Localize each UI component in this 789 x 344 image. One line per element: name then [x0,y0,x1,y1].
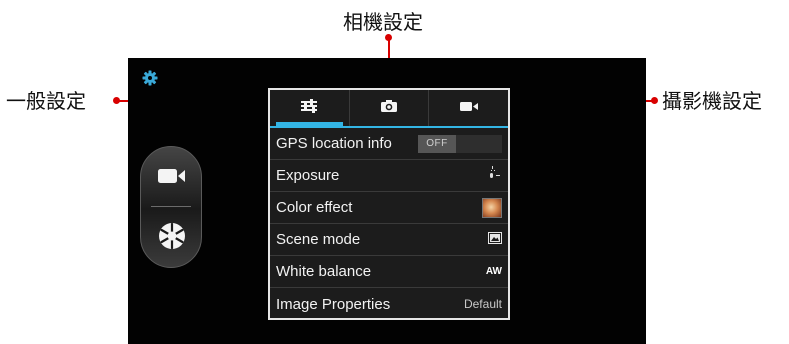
video-camera-icon [459,99,479,117]
setting-row-exposure[interactable]: Exposure [270,160,508,192]
white-balance-auto-icon: AW [485,266,502,277]
callout-dot-video [651,97,658,104]
callout-camera-settings: 相機設定 [343,12,423,34]
setting-row-scene-mode[interactable]: Scene mode [270,224,508,256]
color-effect-thumbnail [482,197,502,218]
tab-video-settings[interactable] [428,90,508,126]
callout-dot-camera [385,34,392,41]
setting-row-image-properties[interactable]: Image Properties Default [270,288,508,320]
setting-row-color-effect[interactable]: Color effect [270,192,508,224]
mode-switch[interactable] [140,146,202,268]
setting-label: Color effect [276,199,353,216]
callout-video-settings: 攝影機設定 [662,91,762,113]
setting-row-white-balance[interactable]: White balance AW [270,256,508,288]
setting-label: GPS location info [276,135,392,152]
shutter-icon[interactable] [157,221,187,256]
sliders-icon [300,98,318,118]
video-camera-icon[interactable] [157,166,187,191]
setting-label: Scene mode [276,231,361,248]
setting-label: White balance [276,263,372,280]
camera-icon [380,99,398,118]
callout-general-settings: 一般設定 [6,91,86,113]
gps-toggle[interactable]: OFF [418,134,502,153]
exposure-icon [488,165,502,186]
setting-label: Exposure [276,167,340,184]
mode-switch-divider [151,206,191,207]
setting-value: Default [463,297,502,311]
tab-general-settings[interactable] [270,90,349,126]
camera-screen: GPS location info OFF Exposure Color eff… [128,58,646,344]
toggle-off-label: OFF [418,134,456,153]
setting-row-gps[interactable]: GPS location info OFF [270,128,508,160]
settings-tabs [270,90,508,128]
tab-camera-settings[interactable] [348,90,429,126]
settings-panel: GPS location info OFF Exposure Color eff… [268,88,510,320]
gear-icon[interactable] [142,70,158,91]
scene-mode-icon [488,231,502,249]
setting-label: Image Properties [276,295,391,313]
callout-dot-general [113,97,120,104]
